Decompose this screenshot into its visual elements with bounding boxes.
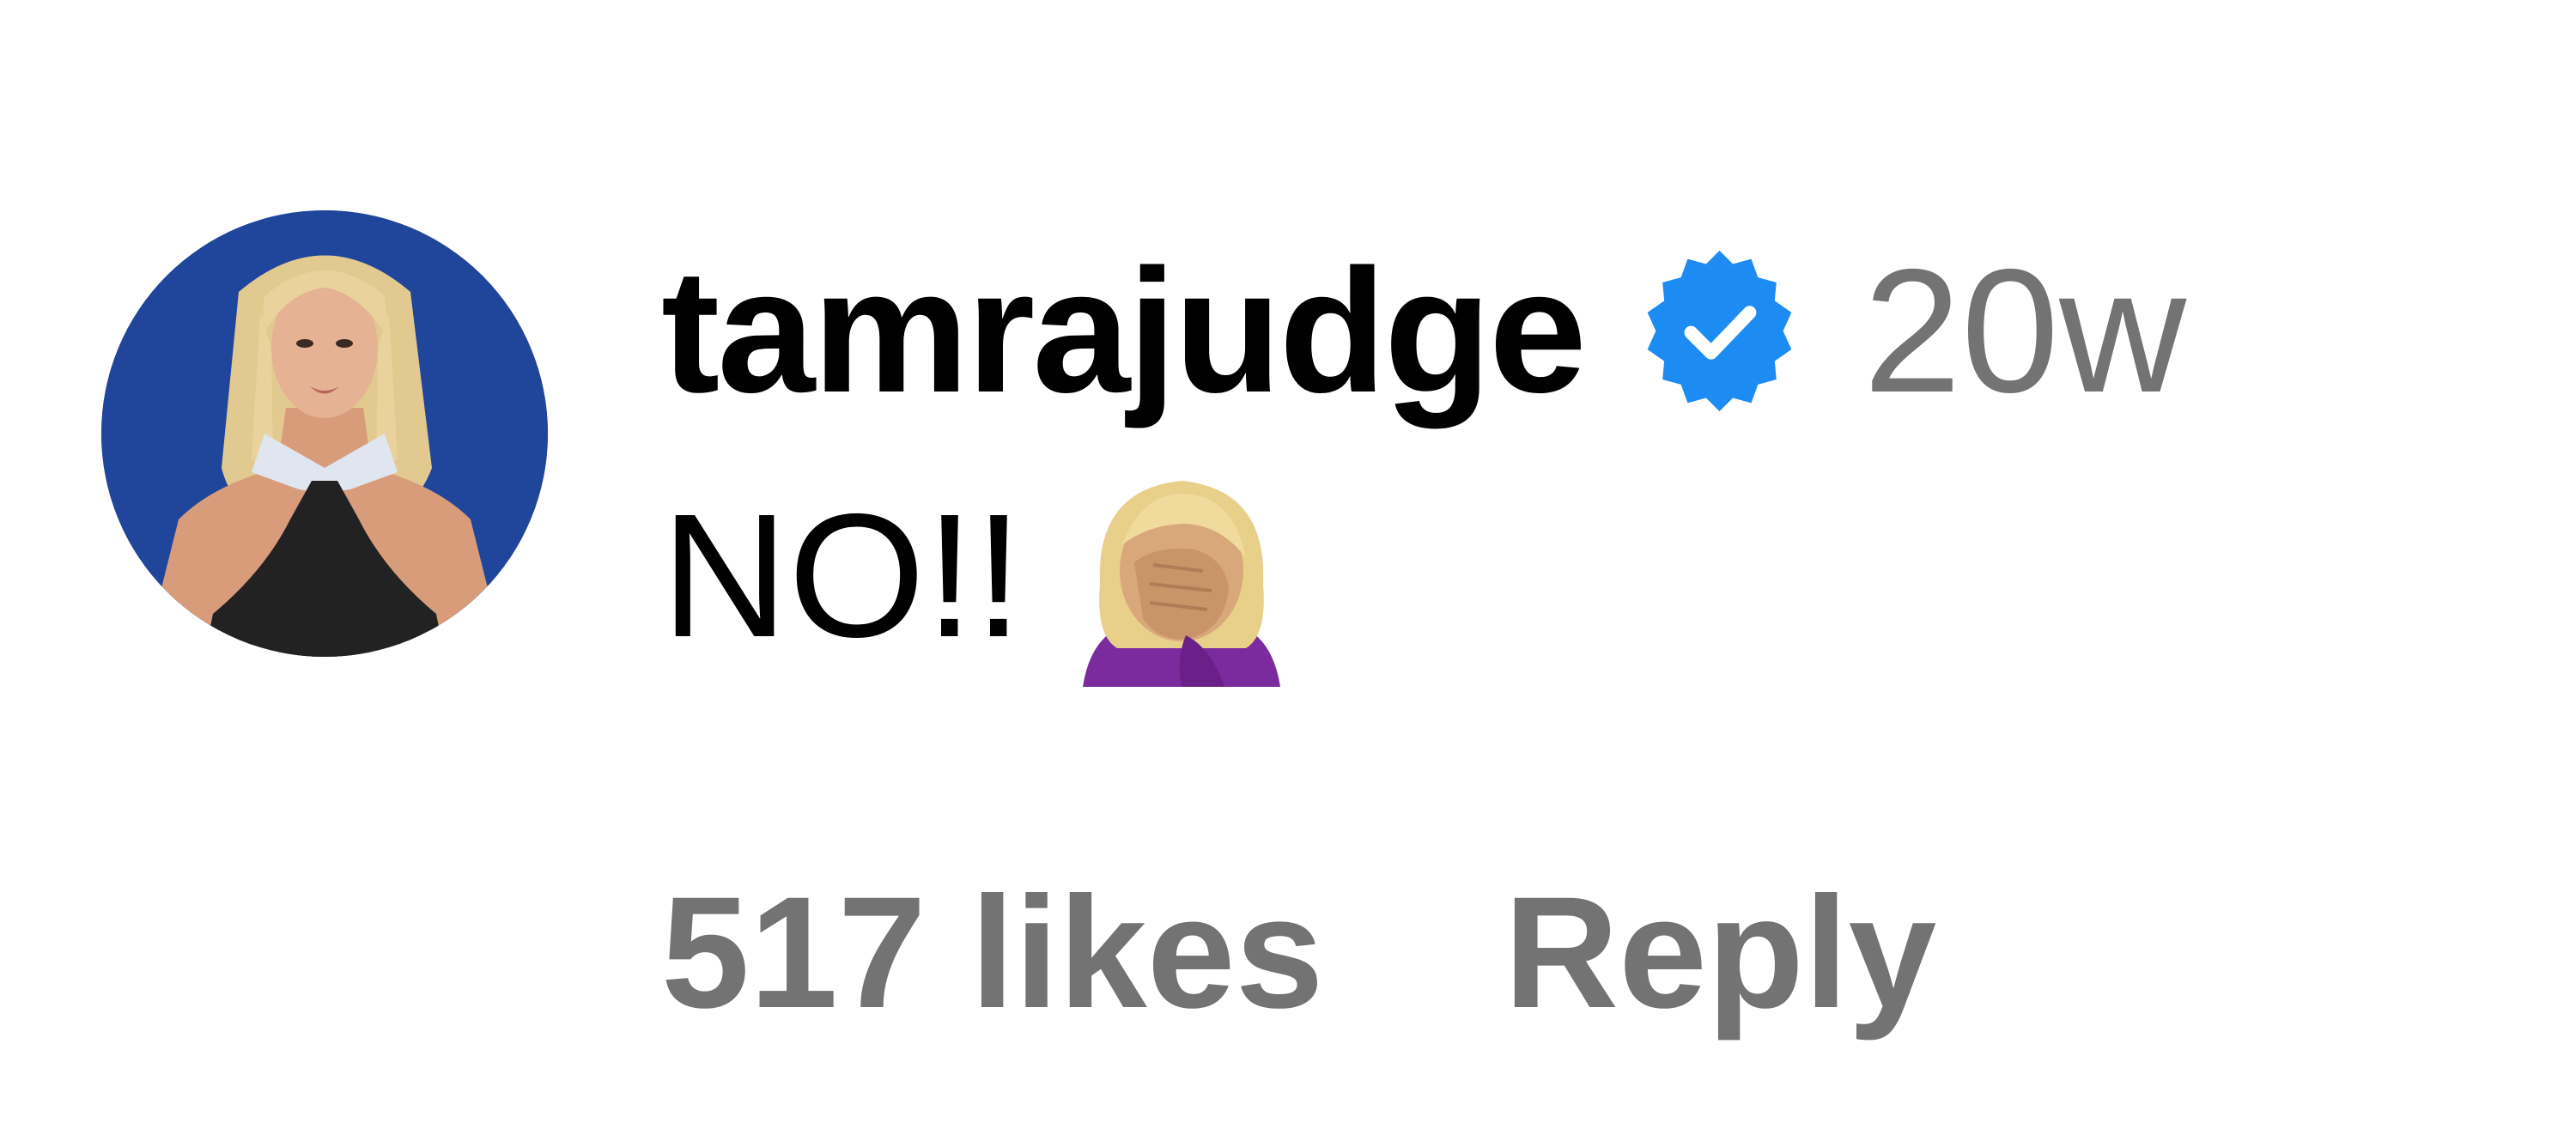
avatar-image — [101, 210, 548, 657]
comment-header: tamrajudge 20w — [661, 240, 2186, 421]
comment-text: NO!! — [661, 476, 1024, 674]
woman-facepalming-icon — [1074, 464, 1289, 687]
comment-body: NO!! — [661, 464, 1289, 687]
comment-actions: 517 likes Reply — [661, 867, 1936, 1039]
likes-count[interactable]: 517 likes — [661, 873, 1324, 1033]
reply-button[interactable]: Reply — [1504, 873, 1937, 1033]
comment-timestamp[interactable]: 20w — [1863, 243, 2186, 419]
avatar[interactable] — [101, 210, 548, 657]
username-link[interactable]: tamrajudge — [661, 243, 1587, 419]
verified-badge-icon — [1636, 247, 1803, 415]
comment-item: tamrajudge 20w NO!! 517 likes Reply — [0, 0, 2576, 1135]
